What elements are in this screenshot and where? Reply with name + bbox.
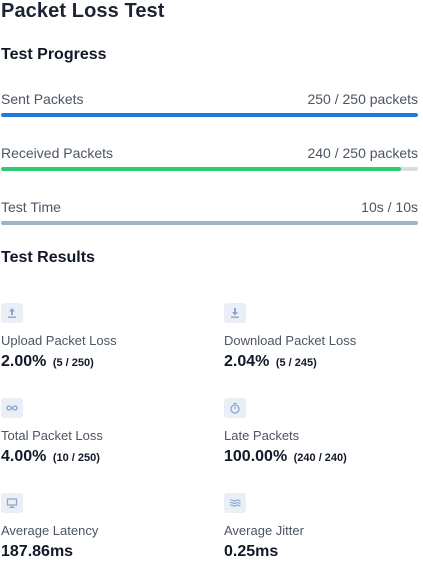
metric-late-packets: Late Packets 100.00% (240 / 240) — [224, 398, 414, 470]
stopwatch-icon — [224, 398, 246, 418]
metric-average-latency: Average Latency 187.86ms — [1, 493, 191, 565]
metric-label: Download Packet Loss — [224, 333, 357, 348]
test-progress-heading: Test Progress — [1, 46, 107, 63]
download-icon — [224, 303, 246, 323]
metric-detail: (240 / 240) — [293, 452, 347, 464]
metric-label: Upload Packet Loss — [1, 333, 117, 348]
progress-value: 250 / 250 packets — [307, 91, 418, 107]
upload-icon — [1, 303, 23, 323]
progress-fill — [1, 221, 418, 225]
page-title: Packet Loss Test — [1, 0, 165, 22]
progress-fill — [1, 113, 418, 117]
metric-label: Late Packets — [224, 428, 300, 443]
progress-track — [1, 221, 418, 225]
metric-detail: (5 / 250) — [52, 357, 94, 369]
metric-detail: (10 / 250) — [52, 452, 100, 464]
metric-label: Total Packet Loss — [1, 428, 103, 443]
metric-value: 2.04% (5 / 245) — [224, 353, 317, 371]
metric-value: 2.00% (5 / 250) — [1, 353, 94, 371]
metric-value: 4.00% (10 / 250) — [1, 448, 100, 466]
metric-value-main: 0.25ms — [224, 543, 279, 560]
metric-value-main: 2.00% — [1, 353, 47, 370]
metric-value-main: 100.00% — [224, 448, 288, 465]
metric-value: 187.86ms — [1, 543, 73, 561]
infinity-icon — [1, 398, 23, 418]
metric-label: Average Jitter — [224, 523, 304, 538]
waves-icon — [224, 493, 246, 513]
monitor-icon — [1, 493, 23, 513]
progress-fill — [1, 167, 402, 171]
progress-track — [1, 113, 418, 117]
metric-detail: (5 / 245) — [275, 357, 317, 369]
metric-value-main: 187.86ms — [1, 543, 74, 560]
progress-label: Received Packets — [1, 145, 114, 161]
metric-value: 0.25ms — [224, 543, 278, 561]
progress-row-time: Test Time 10s / 10s — [1, 199, 418, 239]
progress-value: 10s / 10s — [361, 199, 418, 215]
progress-row-received: Received Packets 240 / 250 packets — [1, 145, 418, 185]
progress-label: Sent Packets — [1, 91, 84, 107]
progress-track — [1, 167, 418, 171]
metric-value-main: 2.04% — [224, 353, 270, 370]
metric-download-packet-loss: Download Packet Loss 2.04% (5 / 245) — [224, 303, 414, 375]
metric-total-packet-loss: Total Packet Loss 4.00% (10 / 250) — [1, 398, 191, 470]
metric-label: Average Latency — [1, 523, 99, 538]
metric-upload-packet-loss: Upload Packet Loss 2.00% (5 / 250) — [1, 303, 191, 375]
metric-value: 100.00% (240 / 240) — [224, 448, 347, 466]
metric-value-main: 4.00% — [1, 448, 47, 465]
progress-value: 240 / 250 packets — [307, 145, 418, 161]
metric-average-jitter: Average Jitter 0.25ms — [224, 493, 414, 565]
progress-row-sent: Sent Packets 250 / 250 packets — [1, 91, 418, 131]
progress-label: Test Time — [1, 199, 61, 215]
test-results-heading: Test Results — [1, 249, 95, 266]
